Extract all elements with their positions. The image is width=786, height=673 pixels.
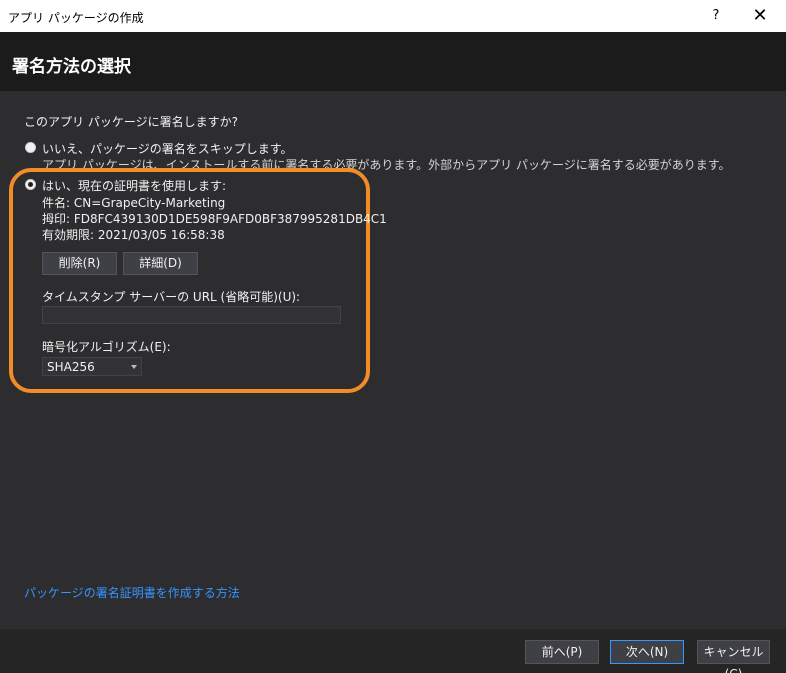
cert-thumbprint: 拇印: FD8FC439130D1DE598F9AFD0BF387995281D…: [42, 212, 387, 226]
timestamp-url-input[interactable]: [42, 306, 341, 324]
help-button[interactable]: ?: [700, 0, 732, 32]
cert-subject: 件名: CN=GrapeCity-Marketing: [42, 196, 226, 210]
skip-signing-label[interactable]: いいえ、パッケージの署名をスキップします。: [42, 140, 293, 157]
chevron-down-icon: [131, 365, 137, 369]
details-button[interactable]: 詳細(D): [123, 252, 198, 275]
cert-expiry: 有効期限: 2021/03/05 16:58:38: [42, 228, 225, 242]
algorithm-select[interactable]: SHA256: [42, 357, 142, 376]
remove-button[interactable]: 削除(R): [42, 252, 117, 275]
sign-question: このアプリ パッケージに署名しますか?: [24, 115, 238, 129]
timestamp-label: タイムスタンプ サーバーの URL (省略可能)(U):: [42, 290, 301, 304]
page-title: 署名方法の選択: [12, 57, 131, 77]
cancel-button[interactable]: キャンセル(C): [697, 640, 770, 673]
algorithm-value: SHA256: [47, 360, 95, 374]
skip-signing-radio[interactable]: [25, 142, 36, 153]
footer: 前へ(P) 次へ(N) キャンセル(C): [0, 629, 786, 673]
back-button[interactable]: 前へ(P): [525, 640, 599, 664]
close-button[interactable]: ✕: [740, 0, 780, 32]
cert-help-link[interactable]: パッケージの署名証明書を作成する方法: [24, 584, 240, 601]
window-title: アプリ パッケージの作成: [8, 11, 144, 25]
title-bar: アプリ パッケージの作成 ? ✕: [0, 0, 786, 32]
algorithm-label: 暗号化アルゴリズム(E):: [42, 340, 171, 354]
next-button[interactable]: 次へ(N): [610, 640, 684, 664]
use-current-cert-label[interactable]: はい、現在の証明書を使用します:: [42, 177, 226, 194]
page-header: 署名方法の選択: [0, 32, 786, 91]
use-current-cert-radio[interactable]: [25, 179, 36, 190]
